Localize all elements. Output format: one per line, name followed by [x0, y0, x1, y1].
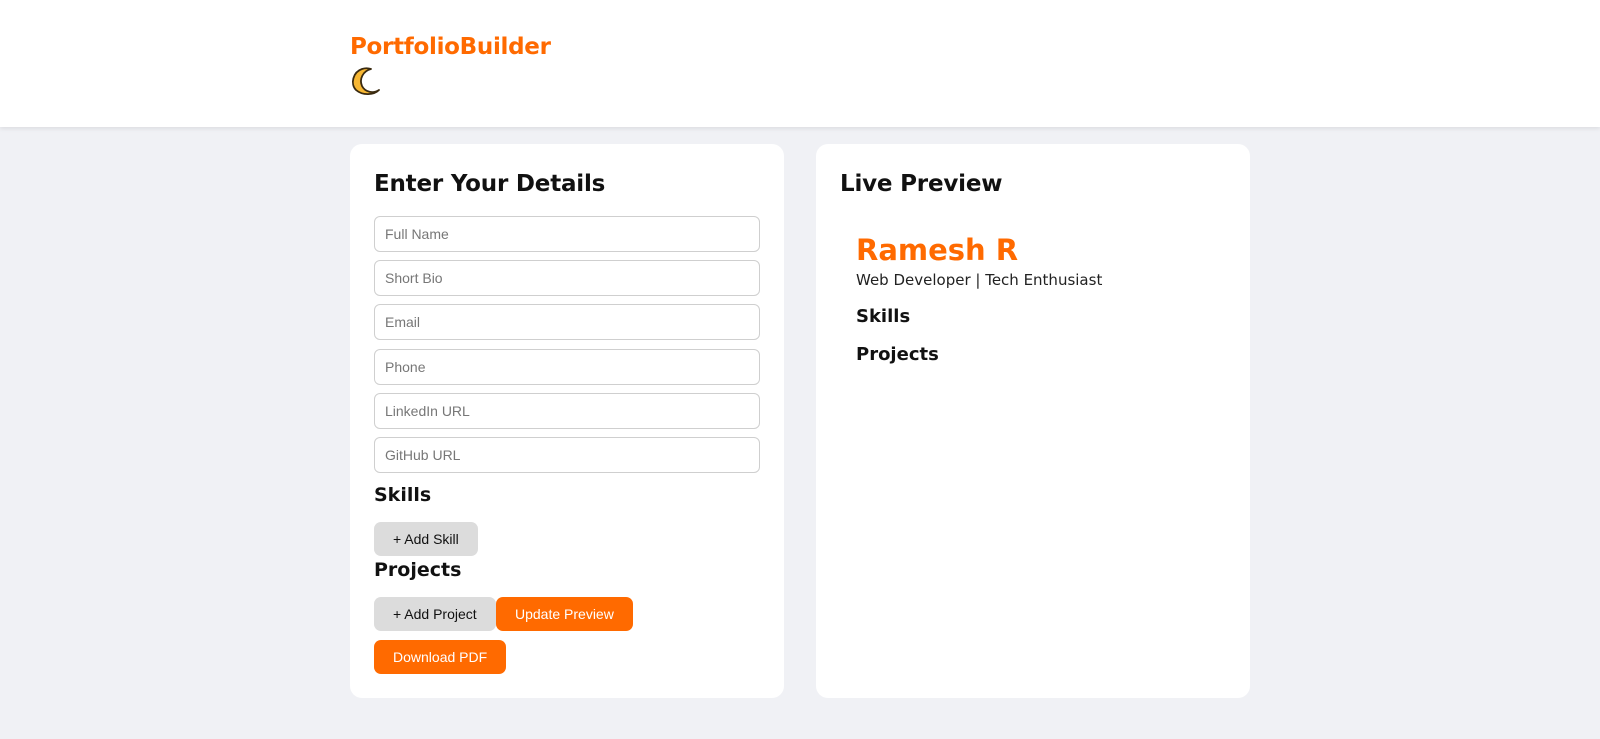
preview-title: Live Preview: [840, 171, 1003, 197]
details-form-card: Enter Your Details Skills + Add Skill Pr…: [350, 144, 784, 698]
update-preview-button[interactable]: Update Preview: [496, 597, 633, 631]
linkedin-url-input[interactable]: [374, 393, 760, 429]
email-input[interactable]: [374, 304, 760, 340]
github-url-input[interactable]: [374, 437, 760, 473]
preview-projects-heading: Projects: [856, 344, 939, 365]
preview-skills-heading: Skills: [856, 306, 911, 327]
top-bar: PortfolioBuilder: [0, 0, 1600, 127]
skills-heading: Skills: [374, 484, 432, 506]
brand-logo: PortfolioBuilder: [350, 34, 551, 60]
phone-input[interactable]: [374, 349, 760, 385]
preview-name: Ramesh R: [856, 233, 1019, 267]
crescent-moon-icon: [351, 67, 380, 96]
add-project-button[interactable]: + Add Project: [374, 597, 496, 631]
form-title: Enter Your Details: [374, 171, 606, 197]
projects-heading: Projects: [374, 559, 462, 581]
theme-toggle-button[interactable]: [350, 65, 382, 97]
download-pdf-button[interactable]: Download PDF: [374, 640, 507, 674]
full-name-input[interactable]: [374, 216, 760, 252]
preview-bio: Web Developer | Tech Enthusiast: [856, 271, 1103, 289]
add-skill-button[interactable]: + Add Skill: [374, 522, 478, 556]
live-preview-card: Live Preview Ramesh R Web Developer | Te…: [816, 144, 1250, 698]
short-bio-input[interactable]: [374, 260, 760, 296]
